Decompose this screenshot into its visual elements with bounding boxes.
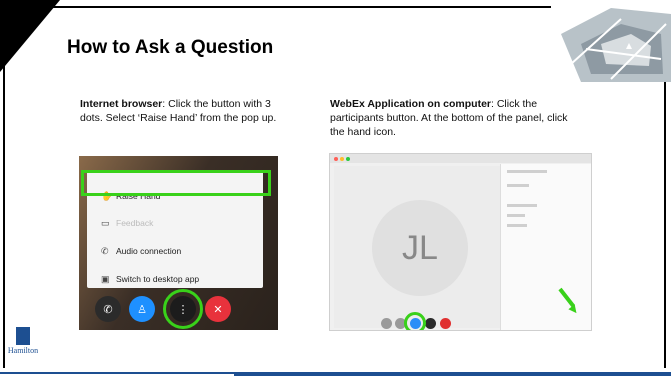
- participants-highlight: [404, 312, 426, 330]
- panel-row: [507, 224, 527, 227]
- menu-item-label: Switch to desktop app: [116, 274, 200, 284]
- avatar: JL: [372, 200, 468, 296]
- header-map-image: [551, 4, 671, 82]
- panel-row: [507, 204, 537, 207]
- person-icon: ♙: [137, 303, 147, 316]
- slide-title: How to Ask a Question: [67, 37, 274, 58]
- more-options-highlight: [163, 289, 203, 329]
- footer-bar: [234, 372, 671, 376]
- leave-button[interactable]: ✕: [205, 296, 231, 322]
- app-screenshot: JL: [329, 153, 592, 331]
- minimize-dot-icon: [340, 157, 344, 161]
- raise-hand-highlight: [81, 170, 271, 196]
- menu-item-label: Feedback: [116, 218, 154, 228]
- phone-icon: ✆: [101, 245, 109, 256]
- close-dot-icon: [334, 157, 338, 161]
- panel-row: [507, 214, 525, 217]
- window-titlebar: [330, 154, 591, 163]
- phone-icon: ✆: [103, 303, 113, 316]
- browser-instructions: Internet browser: Click the button with …: [80, 97, 290, 125]
- panel-header: [507, 170, 547, 173]
- participants-button[interactable]: ♙: [129, 296, 155, 322]
- mute-button[interactable]: [381, 318, 392, 329]
- slide: How to Ask a Question Internet browser: …: [0, 0, 671, 379]
- close-icon: ✕: [213, 303, 223, 316]
- logo-text: Hamilton: [7, 346, 39, 355]
- hamilton-logo-icon: [16, 327, 30, 345]
- feedback-icon: ▭: [101, 217, 110, 228]
- desktop-icon: ▣: [101, 273, 110, 284]
- menu-item-label: Audio connection: [116, 246, 182, 256]
- browser-screenshot: ✋ Raise Hand ▭ Feedback ✆ Audio connection …: [79, 156, 278, 330]
- menu-item-audio[interactable]: ✆ Audio connection: [101, 246, 181, 256]
- panel-row: [507, 184, 529, 187]
- participants-panel: [500, 164, 591, 330]
- video-area: JL: [334, 166, 500, 328]
- app-heading: WebEx Application on computer: [330, 98, 492, 110]
- more-button[interactable]: [425, 318, 436, 329]
- hamilton-logo: Hamilton: [6, 327, 40, 355]
- browser-heading: Internet browser: [80, 98, 163, 110]
- maximize-dot-icon: [346, 157, 350, 161]
- corner-decoration: [0, 0, 60, 72]
- leave-button[interactable]: [440, 318, 451, 329]
- menu-item-desktop-app[interactable]: ▣ Switch to desktop app: [101, 274, 199, 284]
- app-instructions: WebEx Application on computer: Click the…: [330, 97, 580, 139]
- phone-button[interactable]: ✆: [95, 296, 121, 322]
- menu-item-feedback[interactable]: ▭ Feedback: [101, 218, 153, 228]
